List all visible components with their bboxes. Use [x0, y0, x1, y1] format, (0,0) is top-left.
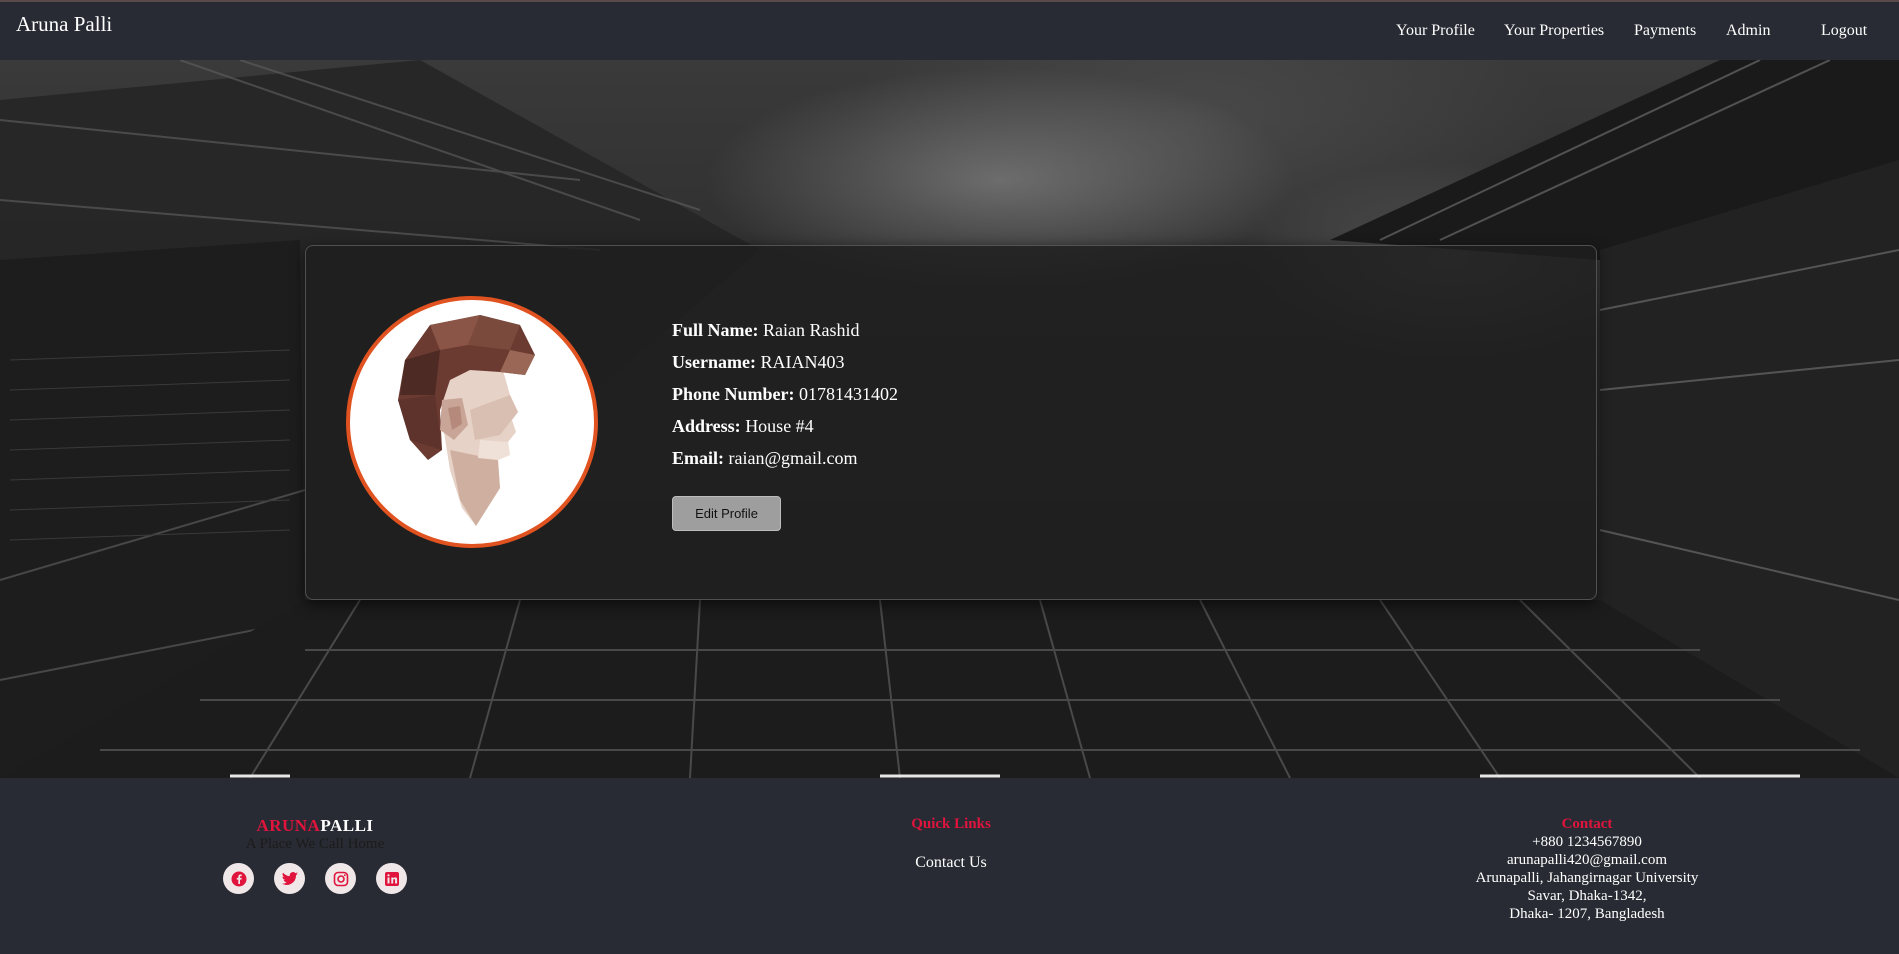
address-row: Address: House #4	[672, 414, 898, 446]
nav-your-properties[interactable]: Your Properties	[1504, 22, 1604, 40]
nav-payments[interactable]: Payments	[1634, 22, 1696, 40]
nav-logout[interactable]: Logout	[1821, 22, 1867, 40]
full-name-row: Full Name: Raian Rashid	[672, 318, 898, 350]
username-label: Username:	[672, 352, 756, 372]
footer-tagline: A Place We Call Home	[245, 836, 385, 852]
username-row: Username: RAIAN403	[672, 350, 898, 382]
contact-address-line2: Savar, Dhaka-1342,	[1527, 888, 1647, 904]
footer-brand: ARUNAPALLI	[215, 816, 415, 836]
nav-your-profile[interactable]: Your Profile	[1396, 22, 1475, 40]
contact-address-line1: Arunapalli, Jahangirnagar University	[1475, 870, 1699, 886]
footer-brand-column: ARUNAPALLI A Place We Call Home	[215, 816, 415, 894]
contact-phone: +880 1234567890	[1532, 834, 1642, 850]
username-value: RAIAN403	[760, 352, 845, 372]
footer-contact-column: Contact +880 1234567890 arunapalli420@gm…	[1437, 816, 1737, 923]
nav-admin[interactable]: Admin	[1726, 22, 1770, 40]
email-row: Email: raian@gmail.com	[672, 446, 898, 478]
phone-row: Phone Number: 01781431402	[672, 382, 898, 414]
address-value: House #4	[745, 416, 814, 436]
instagram-icon[interactable]	[325, 863, 356, 894]
full-name-value: Raian Rashid	[762, 320, 860, 340]
hero-background: Full Name: Raian Rashid Username: RAIAN4…	[0, 60, 1899, 778]
profile-card: Full Name: Raian Rashid Username: RAIAN4…	[305, 245, 1597, 600]
contact-address-line3: Dhaka- 1207, Bangladesh	[1509, 906, 1665, 922]
facebook-icon[interactable]	[223, 863, 254, 894]
phone-value: 01781431402	[799, 384, 898, 404]
email-value: raian@gmail.com	[728, 448, 858, 468]
edit-profile-button[interactable]: Edit Profile	[672, 496, 781, 531]
footer-brand-part2: PALLI	[320, 816, 374, 835]
footer-quick-links: Quick Links Contact Us	[851, 816, 1051, 872]
quick-links-heading: Quick Links	[911, 816, 991, 832]
linkedin-icon[interactable]	[376, 863, 407, 894]
footer-brand-part1: ARUNA	[256, 816, 321, 835]
phone-label: Phone Number:	[672, 384, 795, 404]
full-name-label: Full Name:	[672, 320, 759, 340]
brand-logo[interactable]: Aruna Palli	[16, 12, 112, 37]
address-label: Address:	[672, 416, 741, 436]
profile-info: Full Name: Raian Rashid Username: RAIAN4…	[672, 318, 898, 478]
top-navbar: Aruna Palli Your Profile Your Properties…	[0, 0, 1899, 60]
contact-us-link[interactable]: Contact Us	[851, 854, 1051, 872]
footer: ARUNAPALLI A Place We Call Home Quick Li…	[0, 778, 1899, 954]
polygon-head-icon	[398, 315, 535, 526]
twitter-icon[interactable]	[274, 863, 305, 894]
profile-avatar	[346, 296, 598, 548]
contact-email: arunapalli420@gmail.com	[1506, 852, 1668, 868]
email-label: Email:	[672, 448, 724, 468]
social-links	[215, 863, 415, 894]
contact-heading: Contact	[1561, 816, 1613, 832]
